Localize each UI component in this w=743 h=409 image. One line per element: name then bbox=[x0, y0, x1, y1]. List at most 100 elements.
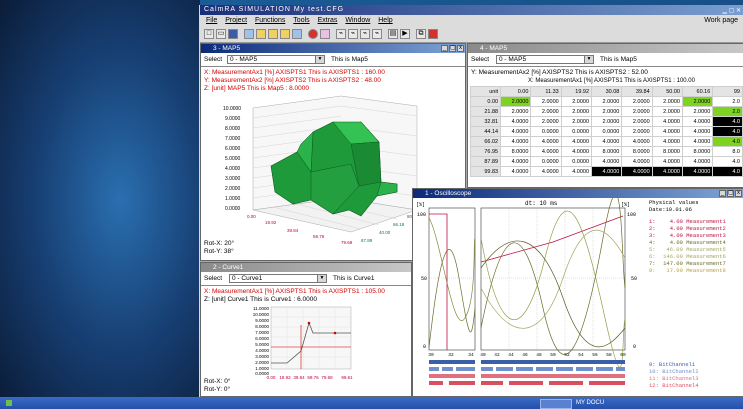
table-cell[interactable]: 2.0000 bbox=[651, 106, 683, 117]
table-cell[interactable]: 4.0000 bbox=[500, 136, 532, 147]
table-cell[interactable]: 4.0000 bbox=[500, 126, 532, 137]
record-icon[interactable] bbox=[308, 29, 318, 39]
open-icon[interactable]: ▭ bbox=[216, 29, 226, 39]
table-cell[interactable]: 2.0 bbox=[712, 106, 743, 117]
menu-project[interactable]: Project bbox=[225, 17, 247, 24]
map-select-dropdown[interactable]: 0 - MAP5 ▼ bbox=[227, 55, 325, 64]
table-cell[interactable]: 4.0000 bbox=[530, 166, 562, 177]
table-cell[interactable]: 8.0000 bbox=[591, 146, 623, 157]
table-cell[interactable]: 4.0 bbox=[712, 166, 743, 177]
table-cell[interactable]: 4.0000 bbox=[530, 136, 562, 147]
table-cell[interactable]: 4.0000 bbox=[651, 136, 683, 147]
chart-icon-4[interactable]: ⌁ bbox=[372, 29, 382, 39]
menu-file[interactable]: File bbox=[206, 17, 217, 24]
table-cell[interactable]: 2.0000 bbox=[591, 116, 623, 127]
table-cell[interactable]: 2.0000 bbox=[681, 96, 714, 107]
table-cell[interactable]: 4.0000 bbox=[651, 126, 683, 137]
table-cell[interactable]: 2.0000 bbox=[651, 96, 683, 107]
table-cell[interactable]: 4.0 bbox=[712, 136, 743, 147]
table-cell[interactable]: 4.0000 bbox=[651, 156, 683, 167]
table-cell[interactable]: 2.0000 bbox=[530, 116, 562, 127]
table-cell[interactable]: 2.0000 bbox=[560, 116, 593, 127]
start-icon[interactable] bbox=[6, 400, 12, 406]
table-cell[interactable]: 4.0000 bbox=[621, 166, 653, 177]
table-cell[interactable]: 0.0000 bbox=[530, 156, 562, 167]
table-select-dropdown[interactable]: 0 - MAP5 ▼ bbox=[496, 55, 594, 64]
table-icon[interactable] bbox=[268, 29, 278, 39]
table-cell[interactable]: 4.0000 bbox=[591, 156, 623, 167]
table-cell[interactable]: 2.0000 bbox=[560, 96, 593, 107]
new-icon[interactable]: □ bbox=[204, 29, 214, 39]
table-cell[interactable]: 4.0000 bbox=[560, 166, 593, 177]
table-cell[interactable]: 2.0000 bbox=[500, 106, 532, 117]
tray-icon[interactable] bbox=[540, 399, 572, 409]
menu-functions[interactable]: Functions bbox=[255, 17, 285, 24]
chart-icon-3[interactable]: ⌁ bbox=[360, 29, 370, 39]
table-cell[interactable]: 2.0000 bbox=[591, 106, 623, 117]
menu-help[interactable]: Help bbox=[378, 17, 392, 24]
table-cell[interactable]: 4.0000 bbox=[651, 166, 683, 177]
table-cell[interactable]: 4.0000 bbox=[681, 136, 714, 147]
grid-icon[interactable]: ▤ bbox=[388, 29, 398, 39]
table-cell[interactable]: 8.0 bbox=[712, 146, 743, 157]
play-icon[interactable]: ▶ bbox=[400, 29, 410, 39]
table-cell[interactable]: 4.0 bbox=[712, 126, 743, 137]
table-cell[interactable]: 2.0000 bbox=[500, 96, 532, 107]
table-cell[interactable]: 4.0 bbox=[712, 116, 743, 127]
table-cell[interactable]: 4.0000 bbox=[500, 116, 532, 127]
table-cell[interactable]: 0.0000 bbox=[530, 126, 562, 137]
map-icon[interactable] bbox=[244, 29, 254, 39]
curve-icon[interactable] bbox=[256, 29, 266, 39]
table-cell[interactable]: 2.0000 bbox=[621, 126, 653, 137]
table-cell[interactable]: 4.0000 bbox=[681, 166, 714, 177]
table-cell[interactable]: 4.0000 bbox=[591, 166, 623, 177]
table-cell[interactable]: 4.0000 bbox=[621, 156, 653, 167]
oscilloscope-controls[interactable]: _ ▢ x bbox=[718, 190, 742, 197]
table-cell[interactable]: 2.0000 bbox=[681, 106, 714, 117]
copy-icon[interactable]: ⧉ bbox=[416, 29, 426, 39]
table-cell[interactable]: 2.0000 bbox=[591, 96, 623, 107]
stop-icon[interactable] bbox=[428, 29, 438, 39]
table-cell[interactable]: 2.0000 bbox=[621, 106, 653, 117]
taskbar-right-label[interactable]: MY DOCU bbox=[576, 397, 604, 409]
curve-select-dropdown[interactable]: 0 - Curve1 ▼ bbox=[229, 274, 327, 283]
table-cell[interactable]: 2.0 bbox=[712, 96, 743, 107]
chart-icon-2[interactable]: ⌁ bbox=[348, 29, 358, 39]
value-icon[interactable] bbox=[280, 29, 290, 39]
workpage-label[interactable]: Work page bbox=[704, 15, 738, 26]
table-cell[interactable]: 0.0000 bbox=[591, 126, 623, 137]
table-cell[interactable]: 2.0000 bbox=[621, 116, 653, 127]
table-cell[interactable]: 4.0000 bbox=[591, 136, 623, 147]
chart-icon-1[interactable]: ⌁ bbox=[336, 29, 346, 39]
table-cell[interactable]: 4.0000 bbox=[500, 166, 532, 177]
table-cell[interactable]: 8.0000 bbox=[500, 146, 532, 157]
menu-tools[interactable]: Tools bbox=[293, 17, 309, 24]
table-cell[interactable]: 2.0000 bbox=[530, 106, 562, 117]
table-cell[interactable]: 0.0000 bbox=[560, 126, 593, 137]
scope-icon[interactable] bbox=[292, 29, 302, 39]
menu-window[interactable]: Window bbox=[345, 17, 370, 24]
tool-icon[interactable] bbox=[320, 29, 330, 39]
table-cell[interactable]: 4.0000 bbox=[651, 116, 683, 127]
table-cell[interactable]: 2.0000 bbox=[560, 106, 593, 117]
table-cell[interactable]: 0.0000 bbox=[560, 156, 593, 167]
menu-extras[interactable]: Extras bbox=[318, 17, 338, 24]
table-cell[interactable]: 8.0000 bbox=[681, 146, 714, 157]
table-cell[interactable]: 8.0000 bbox=[651, 146, 683, 157]
oscilloscope-plot[interactable]: [%] [%] dt: 10 ms 100 100 50 50 0 0 30 3… bbox=[413, 198, 645, 396]
table-cell[interactable]: 4.0000 bbox=[681, 156, 714, 167]
table-cell[interactable]: 2.0000 bbox=[621, 96, 653, 107]
table-cell[interactable]: 4.0 bbox=[712, 156, 743, 167]
table-cell[interactable]: 4.0000 bbox=[530, 146, 562, 157]
table-cell[interactable]: 2.0000 bbox=[530, 96, 562, 107]
table-cell[interactable]: 4.0000 bbox=[500, 156, 532, 167]
table-cell[interactable]: 4.0000 bbox=[560, 136, 593, 147]
table-cell[interactable]: 4.0000 bbox=[560, 146, 593, 157]
table-cell[interactable]: 8.0000 bbox=[621, 146, 653, 157]
curve-plot[interactable]: 11.0000 10.0000 9.0000 8.0000 7.0000 6.0… bbox=[201, 305, 411, 385]
map-window-controls[interactable]: _ ▢ x bbox=[440, 45, 464, 52]
save-icon[interactable] bbox=[228, 29, 238, 39]
table-cell[interactable]: 4.0000 bbox=[681, 126, 714, 137]
table-cell[interactable]: 4.0000 bbox=[681, 116, 714, 127]
table-cell[interactable]: 4.0000 bbox=[621, 136, 653, 147]
